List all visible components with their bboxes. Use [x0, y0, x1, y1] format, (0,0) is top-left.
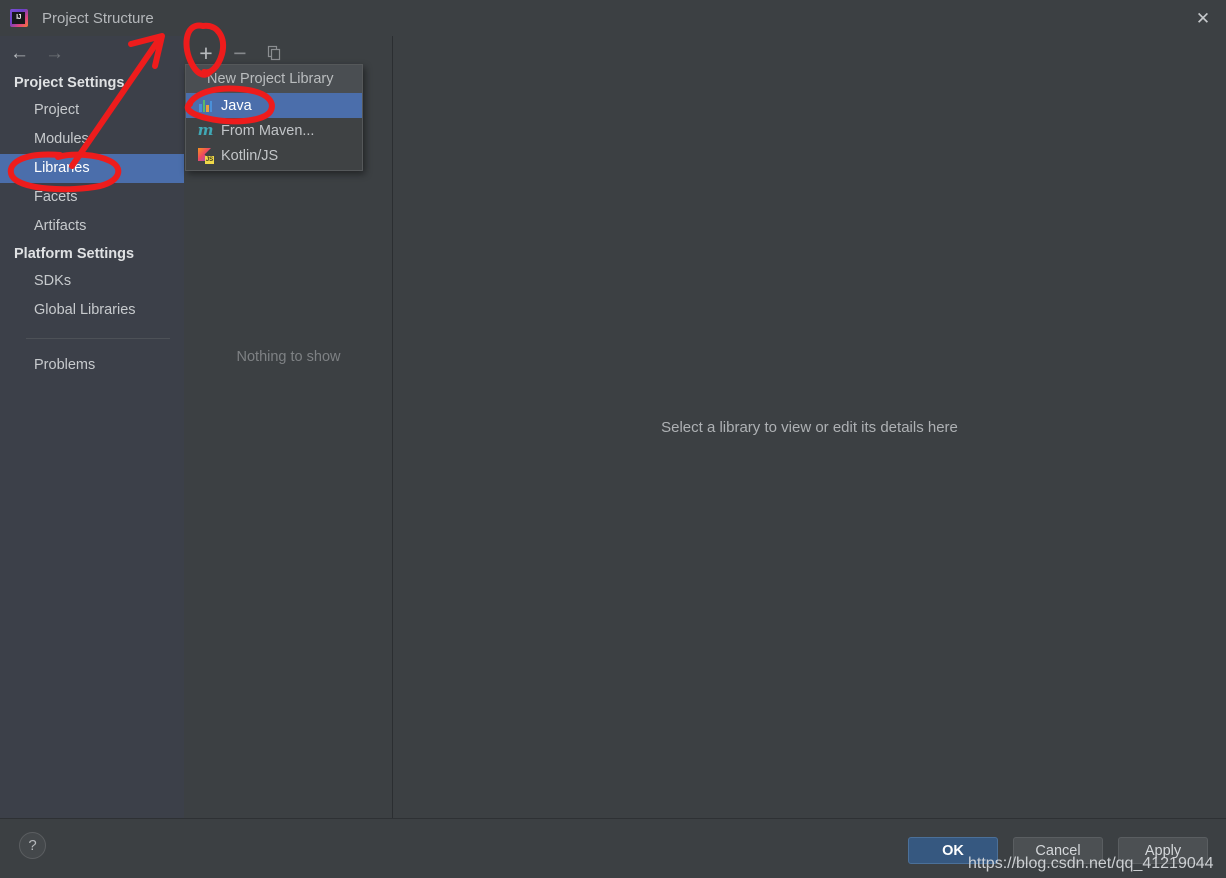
popup-header-label: New Project Library: [186, 65, 362, 93]
sidebar-divider: [26, 338, 170, 339]
sidebar-group-platform-settings: Platform Settings: [14, 246, 135, 262]
arrow-left-icon[interactable]: ←: [10, 44, 29, 63]
maven-icon: m: [197, 121, 214, 139]
arrow-right-icon[interactable]: →: [45, 44, 64, 63]
navigation-arrows: ← →: [0, 36, 184, 70]
popup-item-from-maven-label: From Maven...: [221, 122, 315, 139]
popup-item-java[interactable]: Java: [186, 93, 362, 118]
sidebar-item-global-libraries[interactable]: Global Libraries: [0, 296, 184, 325]
copy-button[interactable]: [262, 41, 286, 65]
intellij-idea-icon: [10, 9, 28, 27]
popup-item-kotlin-js-label: Kotlin/JS: [221, 147, 279, 164]
sidebar-item-project[interactable]: Project: [0, 96, 184, 125]
java-icon: [197, 97, 214, 114]
sidebar-group-project-settings: Project Settings: [14, 75, 125, 91]
sidebar-item-facets[interactable]: Facets: [0, 183, 184, 212]
detail-hint-text: Select a library to view or edit its det…: [661, 419, 958, 436]
add-button[interactable]: +: [194, 41, 218, 65]
sidebar-item-libraries[interactable]: Libraries: [0, 154, 184, 183]
window-title: Project Structure: [42, 9, 154, 27]
popup-item-from-maven[interactable]: m From Maven...: [186, 118, 362, 143]
watermark-text: https://blog.csdn.net/qq_41219044: [968, 855, 1214, 872]
sidebar-item-modules[interactable]: Modules: [0, 125, 184, 154]
sidebar-item-problems[interactable]: Problems: [0, 351, 184, 380]
project-structure-dialog: Project Structure ✕ ← → Project Settings…: [0, 0, 1226, 878]
title-bar: Project Structure ✕: [0, 0, 1226, 36]
remove-button[interactable]: −: [228, 41, 252, 65]
sidebar-item-artifacts[interactable]: Artifacts: [0, 212, 184, 241]
library-detail-panel: Select a library to view or edit its det…: [393, 36, 1226, 818]
settings-sidebar: ← → Project Settings Project Modules Lib…: [0, 36, 184, 818]
new-project-library-popup: New Project Library Java m From Maven...…: [185, 64, 363, 171]
popup-item-java-label: Java: [221, 97, 252, 114]
popup-item-kotlin-js[interactable]: JS Kotlin/JS: [186, 143, 362, 168]
sidebar-item-sdks[interactable]: SDKs: [0, 267, 184, 296]
close-icon[interactable]: ✕: [1180, 0, 1226, 36]
empty-list-message: Nothing to show: [236, 349, 341, 365]
question-mark-icon[interactable]: ?: [19, 832, 46, 859]
kotlin-js-icon: JS: [197, 147, 214, 164]
